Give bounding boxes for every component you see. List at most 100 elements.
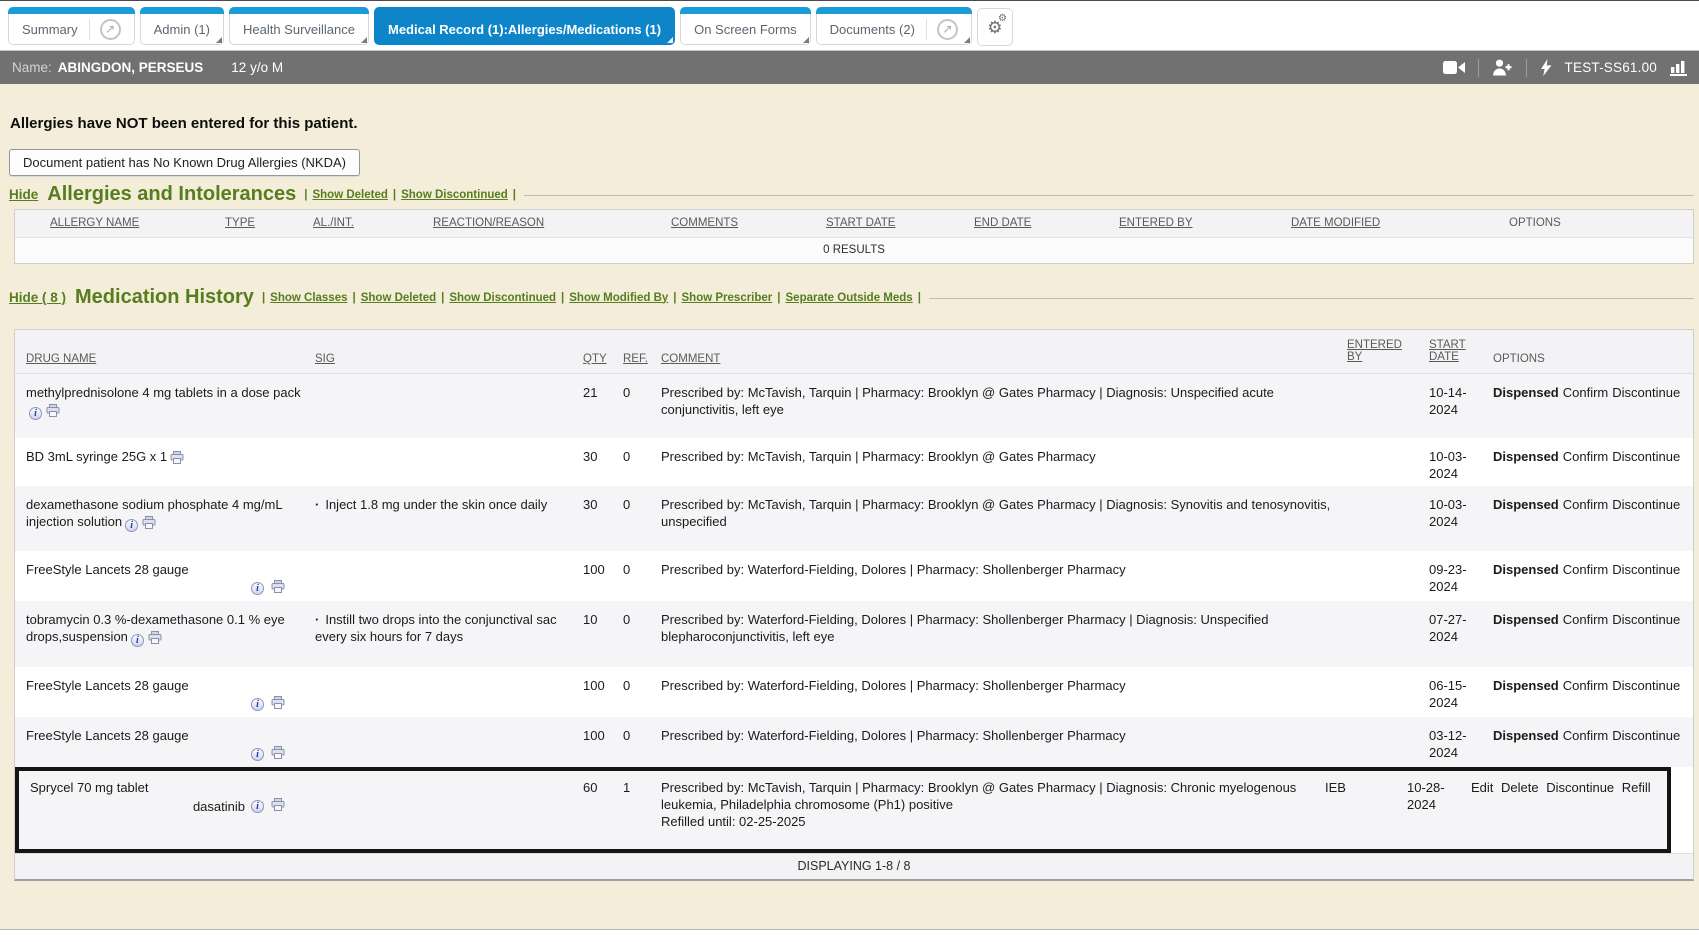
separate-outside-meds-link[interactable]: Separate Outside Meds [786,292,913,304]
show-discontinued-link[interactable]: Show Discontinued [449,292,556,304]
col-al-int[interactable]: AL./INT. [313,217,433,229]
col-entered-by[interactable]: ENTERED BY [1119,217,1291,229]
option-discontinue[interactable]: Discontinue [1612,678,1680,693]
col-start-date[interactable]: START DATE [826,217,974,229]
col-sig[interactable]: SIG [315,353,583,365]
show-deleted-link[interactable]: Show Deleted [312,189,387,201]
printer-icon[interactable] [271,580,285,597]
option-refill[interactable]: Refill [1622,780,1651,795]
printer-icon[interactable] [142,516,156,533]
option-discontinue[interactable]: Discontinue [1612,497,1680,512]
sig-bullet [315,612,325,627]
option-discontinue[interactable]: Discontinue [1612,449,1680,464]
show-modified-by-link[interactable]: Show Modified By [569,292,668,304]
option-confirm[interactable]: Confirm [1563,612,1609,627]
qty-value: 60 [583,779,623,839]
chevron-down-icon [964,37,970,43]
option-discontinue[interactable]: Discontinue [1612,562,1680,577]
col-comment[interactable]: COMMENT [661,353,1347,365]
hide-medications-link[interactable]: Hide ( 8 ) [9,290,66,305]
printer-icon[interactable] [148,631,162,648]
info-icon[interactable]: i [251,800,264,813]
printer-icon[interactable] [271,798,285,815]
ref-value: 0 [623,727,661,763]
tab-health-surveillance[interactable]: Health Surveillance [229,7,369,45]
col-drug-name[interactable]: DRUG NAME [15,353,315,365]
info-icon[interactable]: i [29,407,42,420]
info-icon[interactable]: i [251,582,264,595]
comment-text: Prescribed by: Waterford-Fielding, Dolor… [661,727,1347,763]
ref-value: 0 [623,496,661,547]
medication-row: BD 3mL syringe 25G x 1 30 0 Prescribed b… [15,438,1693,486]
tab-on-screen-forms[interactable]: On Screen Forms [680,7,811,45]
tab-documents[interactable]: Documents (2) ↗ [816,7,972,45]
entered-by-value [1347,727,1429,763]
printer-icon[interactable] [271,696,285,713]
entered-by-value [1347,677,1429,713]
col-qty[interactable]: QTY [583,353,623,365]
bar-chart-icon[interactable] [1670,60,1687,76]
drug-name: Sprycel 70 mg tablet [30,780,149,795]
open-external-icon[interactable]: ↗ [100,19,121,40]
show-discontinued-link[interactable]: Show Discontinued [401,189,508,201]
info-icon[interactable]: i [125,519,138,532]
hide-allergies-link[interactable]: Hide [9,187,38,202]
divider [513,189,516,201]
document-nkda-button[interactable]: Document patient has No Known Drug Aller… [9,149,360,176]
tab-summary[interactable]: Summary ↗ [8,7,135,45]
col-allergy-name[interactable]: ALLERGY NAME [15,217,225,229]
info-icon[interactable]: i [251,698,264,711]
medication-row: FreeStyle Lancets 28 gauge i 100 0 Presc… [15,551,1693,601]
qty-value: 10 [583,611,623,663]
tab-label: On Screen Forms [694,22,797,37]
col-date-modified[interactable]: DATE MODIFIED [1291,217,1471,229]
divider [1526,59,1527,77]
open-external-icon[interactable]: ↗ [937,19,958,40]
tab-admin[interactable]: Admin (1) [140,7,224,45]
ref-value: 1 [623,779,661,839]
qty-value: 21 [583,384,623,434]
option-confirm[interactable]: Confirm [1563,385,1609,400]
drug-name: FreeStyle Lancets 28 gauge [26,728,189,743]
info-icon[interactable]: i [131,634,144,647]
printer-icon[interactable] [170,451,184,468]
add-person-icon[interactable] [1492,59,1513,76]
col-comments[interactable]: COMMENTS [671,217,826,229]
option-confirm[interactable]: Confirm [1563,449,1609,464]
option-confirm[interactable]: Confirm [1563,728,1609,743]
show-prescriber-link[interactable]: Show Prescriber [682,292,773,304]
printer-icon[interactable] [46,404,60,421]
option-confirm[interactable]: Confirm [1563,678,1609,693]
tab-medical-record-allergies-medications[interactable]: Medical Record (1):Allergies/Medications… [374,7,675,45]
settings-button[interactable]: ⚙ ⚙ [977,8,1013,46]
qty-value: 100 [583,677,623,713]
option-discontinue[interactable]: Discontinue [1612,728,1680,743]
tab-accent-strip [229,7,369,14]
chevron-down-icon [361,37,367,43]
lightning-bolt-icon[interactable] [1540,59,1552,76]
option-edit[interactable]: Edit [1471,780,1493,795]
option-discontinue[interactable]: Discontinue [1612,612,1680,627]
table-paging-status: DISPLAYING 1-8 / 8 [15,853,1693,879]
option-discontinue[interactable]: Discontinue [1546,780,1614,795]
option-delete[interactable]: Delete [1501,780,1539,795]
option-confirm[interactable]: Confirm [1563,497,1609,512]
allergies-table: ALLERGY NAME TYPE AL./INT. REACTION/REAS… [14,209,1694,264]
option-confirm[interactable]: Confirm [1563,562,1609,577]
printer-icon[interactable] [271,746,285,763]
col-end-date[interactable]: END DATE [974,217,1119,229]
video-camera-icon[interactable] [1443,60,1465,75]
comment-text: Prescribed by: Waterford-Fielding, Dolor… [661,677,1347,713]
col-entered-by[interactable]: ENTERED BY [1347,339,1405,363]
col-reaction-reason[interactable]: REACTION/REASON [433,217,671,229]
col-ref[interactable]: REF. [623,353,661,365]
chevron-down-icon [667,37,673,43]
start-date-value: 10-03-2024 [1429,496,1493,547]
option-discontinue[interactable]: Discontinue [1612,385,1680,400]
show-deleted-link[interactable]: Show Deleted [361,292,436,304]
show-classes-link[interactable]: Show Classes [270,292,347,304]
info-icon[interactable]: i [251,748,264,761]
ref-value: 0 [623,561,661,597]
col-start-date[interactable]: START DATE [1429,339,1475,363]
col-type[interactable]: TYPE [225,217,313,229]
